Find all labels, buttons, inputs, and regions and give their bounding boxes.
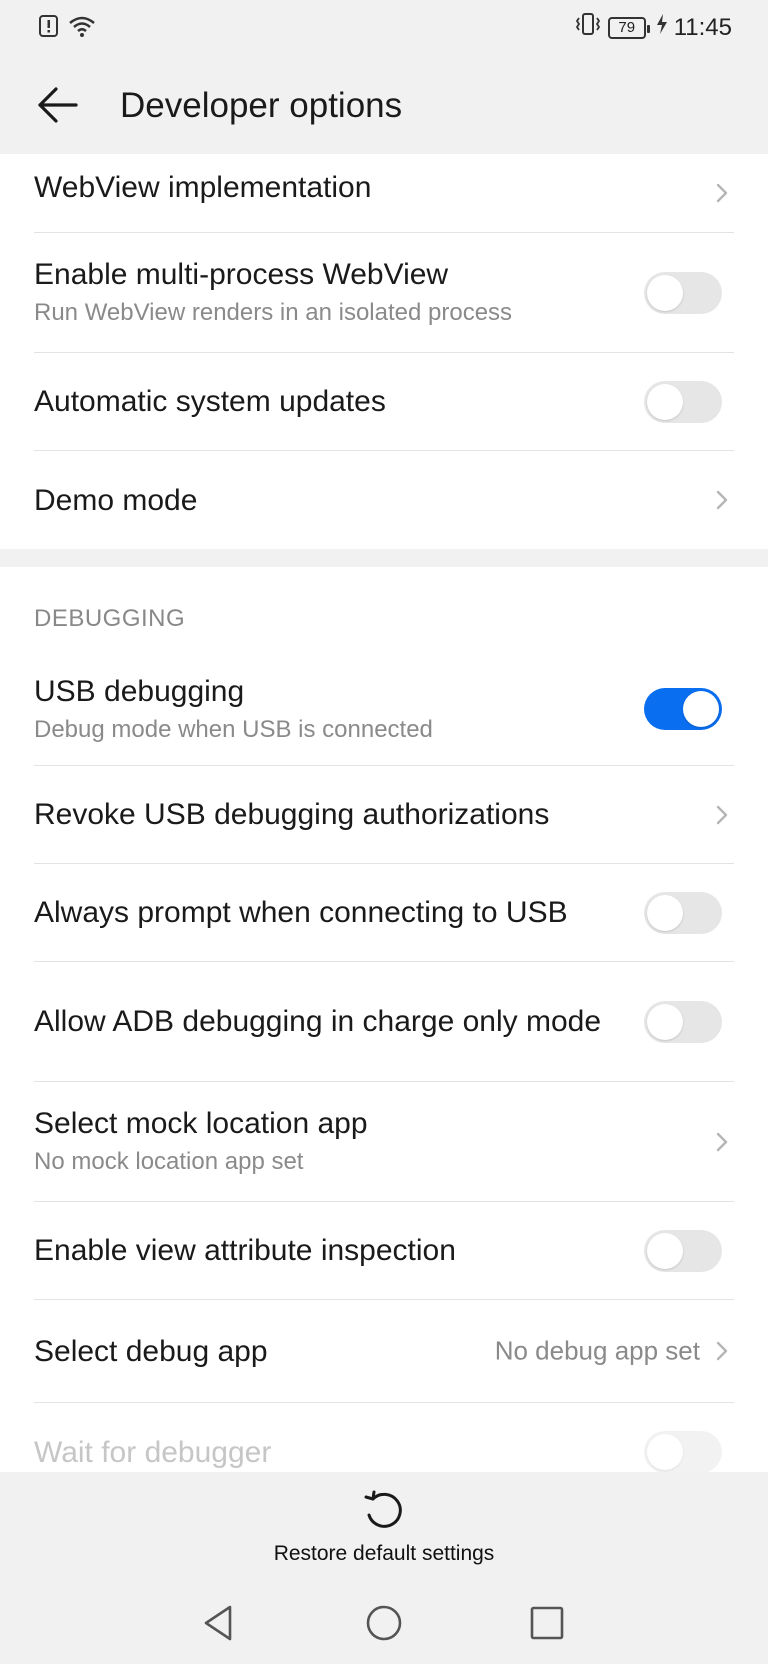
setting-subtitle: No mock location app set	[34, 1148, 304, 1175]
setting-title: Revoke USB debugging authorizations	[34, 798, 550, 831]
setting-title: Select mock location app	[34, 1107, 368, 1140]
section-header-debugging: DEBUGGING	[34, 605, 186, 632]
restore-defaults-bar[interactable]: Restore default settings	[0, 1472, 768, 1584]
setting-title: USB debugging	[34, 674, 245, 708]
restore-defaults-label[interactable]: Restore default settings	[0, 1542, 768, 1566]
nav-home-icon[interactable]	[363, 1602, 405, 1644]
back-arrow-icon[interactable]	[34, 80, 84, 130]
system-navigation-bar	[0, 1584, 768, 1664]
clock: 11:45	[673, 13, 732, 41]
app-bar: Developer options	[0, 56, 768, 154]
automatic-system-updates-toggle[interactable]	[644, 380, 722, 423]
setting-title: WebView implementation	[34, 170, 372, 204]
setting-always-prompt-usb[interactable]: Always prompt when connecting to USB	[34, 864, 734, 962]
wifi-icon	[68, 14, 96, 43]
setting-value: No debug app set	[494, 1335, 700, 1366]
setting-select-debug-app[interactable]: Select debug app No debug app set	[34, 1300, 734, 1403]
chevron-right-icon	[712, 490, 732, 510]
charging-icon	[656, 13, 668, 42]
multi-process-webview-toggle[interactable]	[644, 271, 722, 314]
nav-recents-icon[interactable]	[526, 1602, 568, 1644]
setting-adb-charge-only[interactable]: Allow ADB debugging in charge only mode	[34, 962, 734, 1082]
wait-for-debugger-toggle	[644, 1431, 722, 1472]
setting-title: Automatic system updates	[34, 385, 386, 418]
chevron-right-icon	[712, 1132, 732, 1152]
setting-view-attribute-inspection[interactable]: Enable view attribute inspection	[34, 1202, 734, 1300]
chevron-right-icon	[712, 805, 732, 825]
nav-back-icon[interactable]	[198, 1602, 240, 1644]
chevron-right-icon	[712, 1341, 732, 1361]
view-attribute-inspection-toggle[interactable]	[644, 1229, 722, 1272]
settings-group-debugging: DEBUGGING USB debugging Debug mode when …	[0, 567, 768, 1472]
alert-notification-icon	[38, 14, 60, 43]
restore-icon[interactable]	[361, 1488, 407, 1534]
chevron-right-icon	[712, 183, 732, 203]
setting-subtitle: Debug mode when USB is connected	[34, 715, 433, 743]
setting-title: Demo mode	[34, 483, 198, 517]
page-title: Developer options	[120, 86, 403, 125]
setting-subtitle: Run WebView renders in an isolated proce…	[34, 299, 513, 326]
setting-title: Wait for debugger	[34, 1435, 272, 1469]
settings-group-general: WebView implementation Enable multi-proc…	[0, 154, 768, 549]
setting-title: Allow ADB debugging in charge only mode	[34, 1005, 602, 1038]
battery-indicator: 79	[607, 16, 650, 39]
setting-mock-location-app[interactable]: Select mock location app No mock locatio…	[34, 1082, 734, 1202]
vibrate-icon	[574, 12, 602, 43]
settings-list[interactable]: WebView implementation Enable multi-proc…	[0, 154, 768, 1472]
usb-debugging-toggle[interactable]	[644, 688, 722, 730]
setting-automatic-system-updates[interactable]: Automatic system updates	[34, 353, 734, 451]
status-bar: 79 11:45	[0, 0, 768, 56]
setting-title: Always prompt when connecting to USB	[34, 896, 568, 929]
setting-title: Enable multi-process WebView	[34, 258, 449, 291]
adb-charge-only-toggle[interactable]	[644, 1000, 722, 1043]
setting-wait-for-debugger: Wait for debugger	[34, 1403, 734, 1472]
setting-multi-process-webview[interactable]: Enable multi-process WebView Run WebView…	[34, 233, 734, 353]
always-prompt-usb-toggle[interactable]	[644, 891, 722, 934]
setting-usb-debugging[interactable]: USB debugging Debug mode when USB is con…	[34, 653, 734, 766]
setting-title: Enable view attribute inspection	[34, 1234, 456, 1267]
setting-webview-implementation[interactable]: WebView implementation	[34, 154, 734, 233]
setting-demo-mode[interactable]: Demo mode	[34, 451, 734, 549]
setting-revoke-usb-authorizations[interactable]: Revoke USB debugging authorizations	[34, 766, 734, 864]
